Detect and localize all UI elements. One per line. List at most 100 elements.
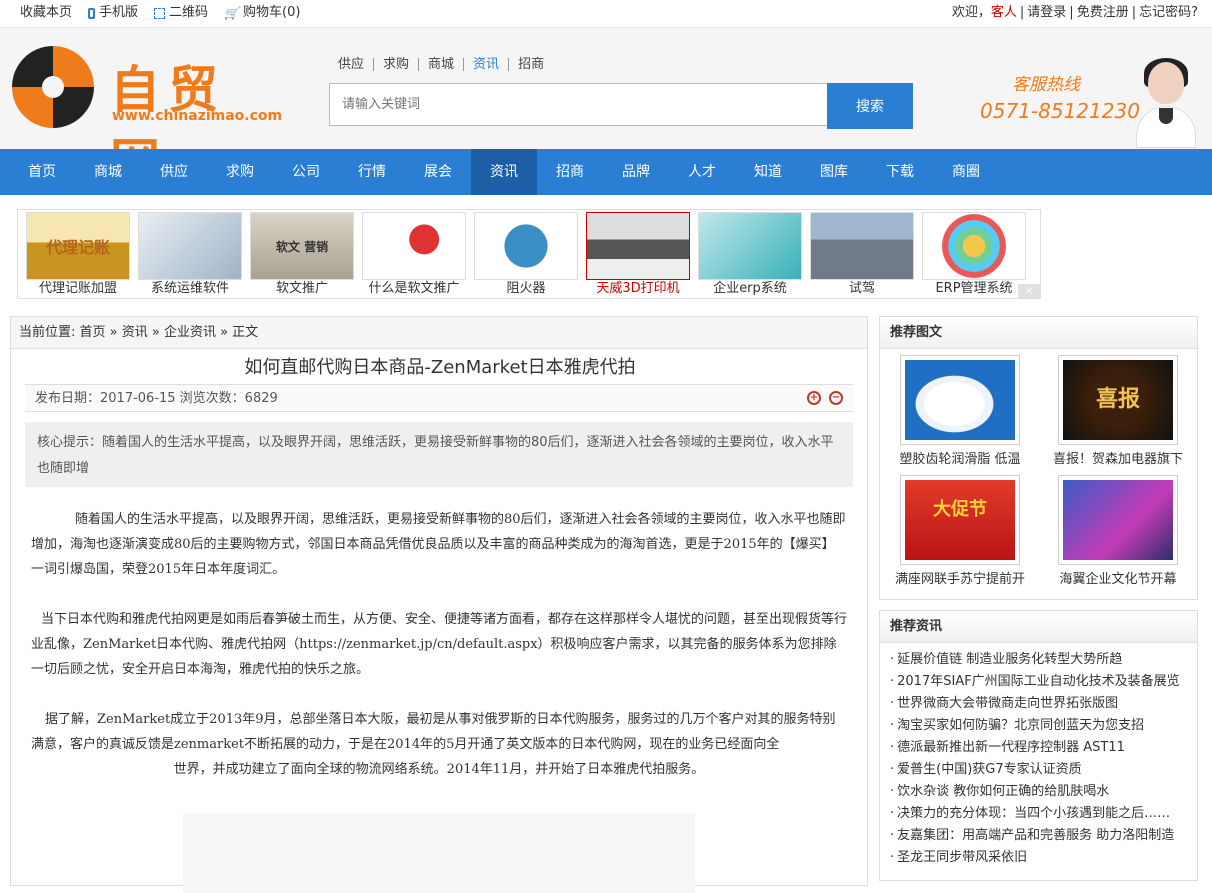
search-input[interactable] bbox=[329, 83, 829, 126]
ad-item[interactable]: 天威3D打印机 bbox=[586, 212, 690, 298]
article-summary: 核心提示：随着国人的生活水平提高，以及眼界开阔，思维活跃，更易接受新鲜事物的80… bbox=[25, 422, 853, 487]
ad-strip: 代理记账 代理记账加盟 系统运维软件 软文 营销 软文推广 什么是软文推广 阻火… bbox=[17, 209, 1041, 299]
nav-purchase[interactable]: 求购 bbox=[207, 149, 273, 195]
ad-item[interactable]: 代理记账 代理记账加盟 bbox=[26, 212, 130, 298]
news-item[interactable]: 圣龙王同步带风采依旧 bbox=[890, 847, 1197, 869]
ad-image bbox=[138, 212, 242, 280]
article-image bbox=[183, 813, 695, 893]
pic-item[interactable]: 喜报 喜报！贺森加电器旗下 bbox=[1043, 355, 1193, 475]
news-item[interactable]: 淘宝买家如何防骗？北京同创蓝天为您支招 bbox=[890, 715, 1197, 737]
forgot-password-link[interactable]: 忘记密码? bbox=[1139, 5, 1198, 20]
pic-caption: 塑胶齿轮润滑脂 低温 bbox=[899, 452, 1021, 467]
nav-brand[interactable]: 品牌 bbox=[603, 149, 669, 195]
article-panel: 当前位置: 首页 » 资讯 » 企业资讯 » 正文 如何直邮代购日本商品-Zen… bbox=[10, 316, 868, 893]
nav-business-circle[interactable]: 商圈 bbox=[933, 149, 999, 195]
ad-caption: 阻火器 bbox=[506, 281, 546, 296]
ad-image: 软文 营销 bbox=[250, 212, 354, 280]
nav-invest[interactable]: 招商 bbox=[537, 149, 603, 195]
nav-qa[interactable]: 知道 bbox=[735, 149, 801, 195]
bookmark-link[interactable]: 收藏本页 bbox=[20, 0, 72, 26]
ad-image bbox=[474, 212, 578, 280]
pic-thumbnail bbox=[1058, 475, 1178, 565]
nav-download[interactable]: 下载 bbox=[867, 149, 933, 195]
pic-item[interactable]: 塑胶齿轮润滑脂 低温 bbox=[885, 355, 1035, 475]
pic-thumbnail bbox=[900, 355, 1020, 445]
pic-thumbnail: 喜报 bbox=[1058, 355, 1178, 445]
ad-caption: 企业erp系统 bbox=[713, 281, 787, 296]
search-tab-news[interactable]: 资讯 bbox=[464, 58, 510, 71]
nav-mall[interactable]: 商城 bbox=[75, 149, 141, 195]
article-meta-text: 发布日期：2017-06-15 浏览次数：6829 bbox=[35, 391, 278, 406]
search-button[interactable]: 搜索 bbox=[827, 83, 913, 129]
zoom-in-icon[interactable]: + bbox=[807, 391, 821, 405]
customer-service-agent-image bbox=[1132, 58, 1198, 148]
pic-caption: 喜报！贺森加电器旗下 bbox=[1052, 452, 1183, 467]
article-paragraph: 据了解，ZenMarket成立于2013年9月，总部坐落日本大阪，最初是从事对俄… bbox=[31, 712, 836, 777]
ad-caption: 代理记账加盟 bbox=[38, 281, 117, 296]
news-item[interactable]: 世界微商大会带微商走向世界拓张版图 bbox=[890, 693, 1197, 715]
nav-market[interactable]: 行情 bbox=[339, 149, 405, 195]
breadcrumb: 当前位置: 首页 » 资讯 » 企业资讯 » 正文 bbox=[11, 317, 867, 349]
article-title: 如何直邮代购日本商品-ZenMarket日本雅虎代拍 bbox=[244, 357, 636, 378]
guest-name: 客人 bbox=[990, 5, 1017, 20]
nav-talent[interactable]: 人才 bbox=[669, 149, 735, 195]
hotline-number: 0571-85121230 bbox=[980, 99, 1140, 123]
ad-item[interactable]: 系统运维软件 bbox=[138, 212, 242, 298]
ad-item[interactable]: 软文 营销 软文推广 bbox=[250, 212, 354, 298]
cart-icon: 🛒 bbox=[224, 6, 239, 20]
ad-item[interactable]: 试驾 bbox=[810, 212, 914, 298]
news-item[interactable]: 友嘉集团：用高端产品和完善服务 助力洛阳制造 bbox=[890, 825, 1197, 847]
recommended-news-title: 推荐资讯 bbox=[880, 611, 1197, 643]
ad-caption: ERP管理系统 bbox=[935, 281, 1013, 296]
nav-company[interactable]: 公司 bbox=[273, 149, 339, 195]
news-item[interactable]: 德派最新推出新一代程序控制器 AST11 bbox=[890, 737, 1197, 759]
login-link[interactable]: 请登录 bbox=[1027, 5, 1066, 20]
article-meta: 发布日期：2017-06-15 浏览次数：6829 + − bbox=[25, 384, 853, 412]
search-tabs: 供应 求购 商城 资讯 招商 bbox=[338, 58, 553, 71]
ad-image bbox=[362, 212, 466, 280]
qrcode-link[interactable]: 二维码 bbox=[154, 0, 208, 26]
site-logo[interactable]: 自贸网 www.chinazimao.com bbox=[12, 46, 282, 191]
nav-supply[interactable]: 供应 bbox=[141, 149, 207, 195]
search-tab-mall[interactable]: 商城 bbox=[419, 58, 465, 71]
ad-image bbox=[810, 212, 914, 280]
qrcode-icon bbox=[154, 7, 166, 19]
news-item[interactable]: 延展价值链 制造业服务化转型大势所趋 bbox=[890, 649, 1197, 671]
search-tab-invest[interactable]: 招商 bbox=[509, 58, 553, 71]
ad-item[interactable]: 什么是软文推广 bbox=[362, 212, 466, 298]
ad-caption: 试驾 bbox=[848, 281, 875, 296]
ad-image bbox=[586, 212, 690, 280]
ad-caption: 天威3D打印机 bbox=[596, 281, 680, 296]
ad-image bbox=[698, 212, 802, 280]
news-item[interactable]: 饮水杂谈 教你如何正确的给肌肤喝水 bbox=[890, 781, 1197, 803]
news-item[interactable]: 决策力的充分体现：当四个小孩遇到能之后…… bbox=[890, 803, 1197, 825]
pic-item[interactable]: 大促节 满座网联手苏宁提前开 bbox=[885, 475, 1035, 595]
ad-item[interactable]: 阻火器 bbox=[474, 212, 578, 298]
mobile-link[interactable]: 手机版 bbox=[88, 0, 138, 26]
pic-item[interactable]: 海翼企业文化节开幕 bbox=[1043, 475, 1193, 595]
article-paragraph: 当下日本代购和雅虎代拍网更是如雨后春笋破土而生，从方便、安全、便捷等诸方面看，都… bbox=[31, 612, 848, 677]
nav-exhibition[interactable]: 展会 bbox=[405, 149, 471, 195]
article-body: 随着国人的生活水平提高，以及眼界开阔，思维活跃，更易接受新鲜事物的80后们，逐渐… bbox=[31, 507, 847, 807]
ad-image bbox=[922, 212, 1026, 280]
close-ad-icon[interactable]: × bbox=[1018, 284, 1040, 298]
zoom-out-icon[interactable]: − bbox=[829, 391, 843, 405]
news-item[interactable]: 2017年SIAF广州国际工业自动化技术及装备展览 bbox=[890, 671, 1197, 693]
nav-home[interactable]: 首页 bbox=[9, 149, 75, 195]
hotline-label: 客服热线 bbox=[1012, 75, 1080, 95]
pic-caption: 海翼企业文化节开幕 bbox=[1059, 572, 1177, 587]
search-tab-purchase[interactable]: 求购 bbox=[374, 58, 420, 71]
news-list: 延展价值链 制造业服务化转型大势所趋 2017年SIAF广州国际工业自动化技术及… bbox=[880, 643, 1197, 869]
news-item[interactable]: 爱普生(中国)获G7专家认证资质 bbox=[890, 759, 1197, 781]
register-link[interactable]: 免费注册 bbox=[1077, 5, 1129, 20]
nav-gallery[interactable]: 图库 bbox=[801, 149, 867, 195]
ad-item[interactable]: ERP管理系统 bbox=[922, 212, 1026, 298]
search-tab-supply[interactable]: 供应 bbox=[338, 58, 375, 71]
recommended-pictures-title: 推荐图文 bbox=[880, 317, 1197, 349]
ad-caption: 软文推广 bbox=[275, 281, 328, 296]
pic-caption: 满座网联手苏宁提前开 bbox=[894, 572, 1025, 587]
nav-news[interactable]: 资讯 bbox=[471, 149, 537, 195]
ad-image: 代理记账 bbox=[26, 212, 130, 280]
cart-link[interactable]: 🛒 购物车(0) bbox=[224, 0, 300, 26]
ad-item[interactable]: 企业erp系统 bbox=[698, 212, 802, 298]
